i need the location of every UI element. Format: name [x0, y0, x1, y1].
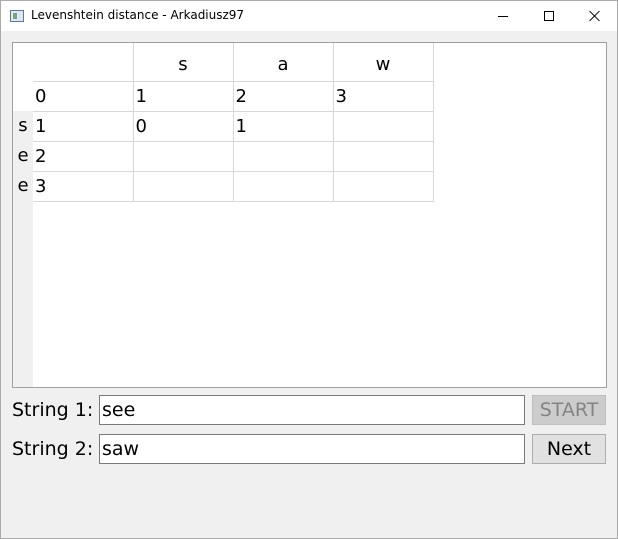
- window-title: Levenshtein distance - Arkadiusz97: [31, 8, 245, 22]
- row-header: e: [17, 145, 29, 166]
- table-cell[interactable]: [333, 111, 434, 142]
- table-row: 2: [33, 141, 434, 172]
- column-header: a: [233, 43, 334, 82]
- row-header: s: [18, 115, 28, 136]
- table-cell[interactable]: 3: [333, 81, 434, 112]
- table-cell[interactable]: 1: [133, 81, 234, 112]
- table-cell[interactable]: 1: [233, 111, 334, 142]
- table-cell[interactable]: 1: [33, 111, 134, 142]
- table-row: 0 1 2 3: [33, 81, 434, 112]
- table-cell[interactable]: [233, 171, 334, 202]
- table-cell[interactable]: 2: [233, 81, 334, 112]
- distance-table[interactable]: s e e s a w 0 1 2 3 1 0 1 2 3: [12, 42, 607, 388]
- minimize-button[interactable]: [480, 1, 526, 31]
- maximize-icon: [544, 11, 554, 21]
- row-header: e: [17, 175, 29, 196]
- matrix-grid: s a w 0 1 2 3 1 0 1 2 3: [33, 43, 434, 202]
- table-cell[interactable]: [333, 171, 434, 202]
- string1-label: String 1:: [12, 399, 94, 421]
- close-button[interactable]: [572, 1, 618, 31]
- app-window: Levenshtein distance - Arkadiusz97 s e e…: [0, 0, 618, 539]
- table-cell[interactable]: 2: [33, 141, 134, 172]
- title-bar[interactable]: Levenshtein distance - Arkadiusz97: [1, 1, 617, 31]
- string2-input[interactable]: saw: [99, 434, 525, 464]
- start-button[interactable]: START: [532, 395, 606, 425]
- table-cell[interactable]: [233, 141, 334, 172]
- column-header-row: s a w: [33, 43, 434, 82]
- column-header: s: [133, 43, 234, 82]
- table-row: 1 0 1: [33, 111, 434, 142]
- column-header: w: [333, 43, 434, 82]
- table-row: 3: [33, 171, 434, 202]
- minimize-icon: [498, 15, 508, 17]
- table-cell[interactable]: [133, 141, 234, 172]
- table-cell[interactable]: 0: [33, 81, 134, 112]
- table-cell[interactable]: 0: [133, 111, 234, 142]
- app-icon: [10, 10, 24, 22]
- column-header: [33, 43, 134, 82]
- table-cell[interactable]: 3: [33, 171, 134, 202]
- close-icon: [589, 10, 601, 22]
- row-header: [13, 81, 33, 111]
- table-cell[interactable]: [333, 141, 434, 172]
- next-button[interactable]: Next: [532, 434, 606, 464]
- string1-input[interactable]: see: [99, 395, 525, 425]
- maximize-button[interactable]: [526, 1, 572, 31]
- table-cell[interactable]: [133, 171, 234, 202]
- string2-label: String 2:: [12, 438, 94, 460]
